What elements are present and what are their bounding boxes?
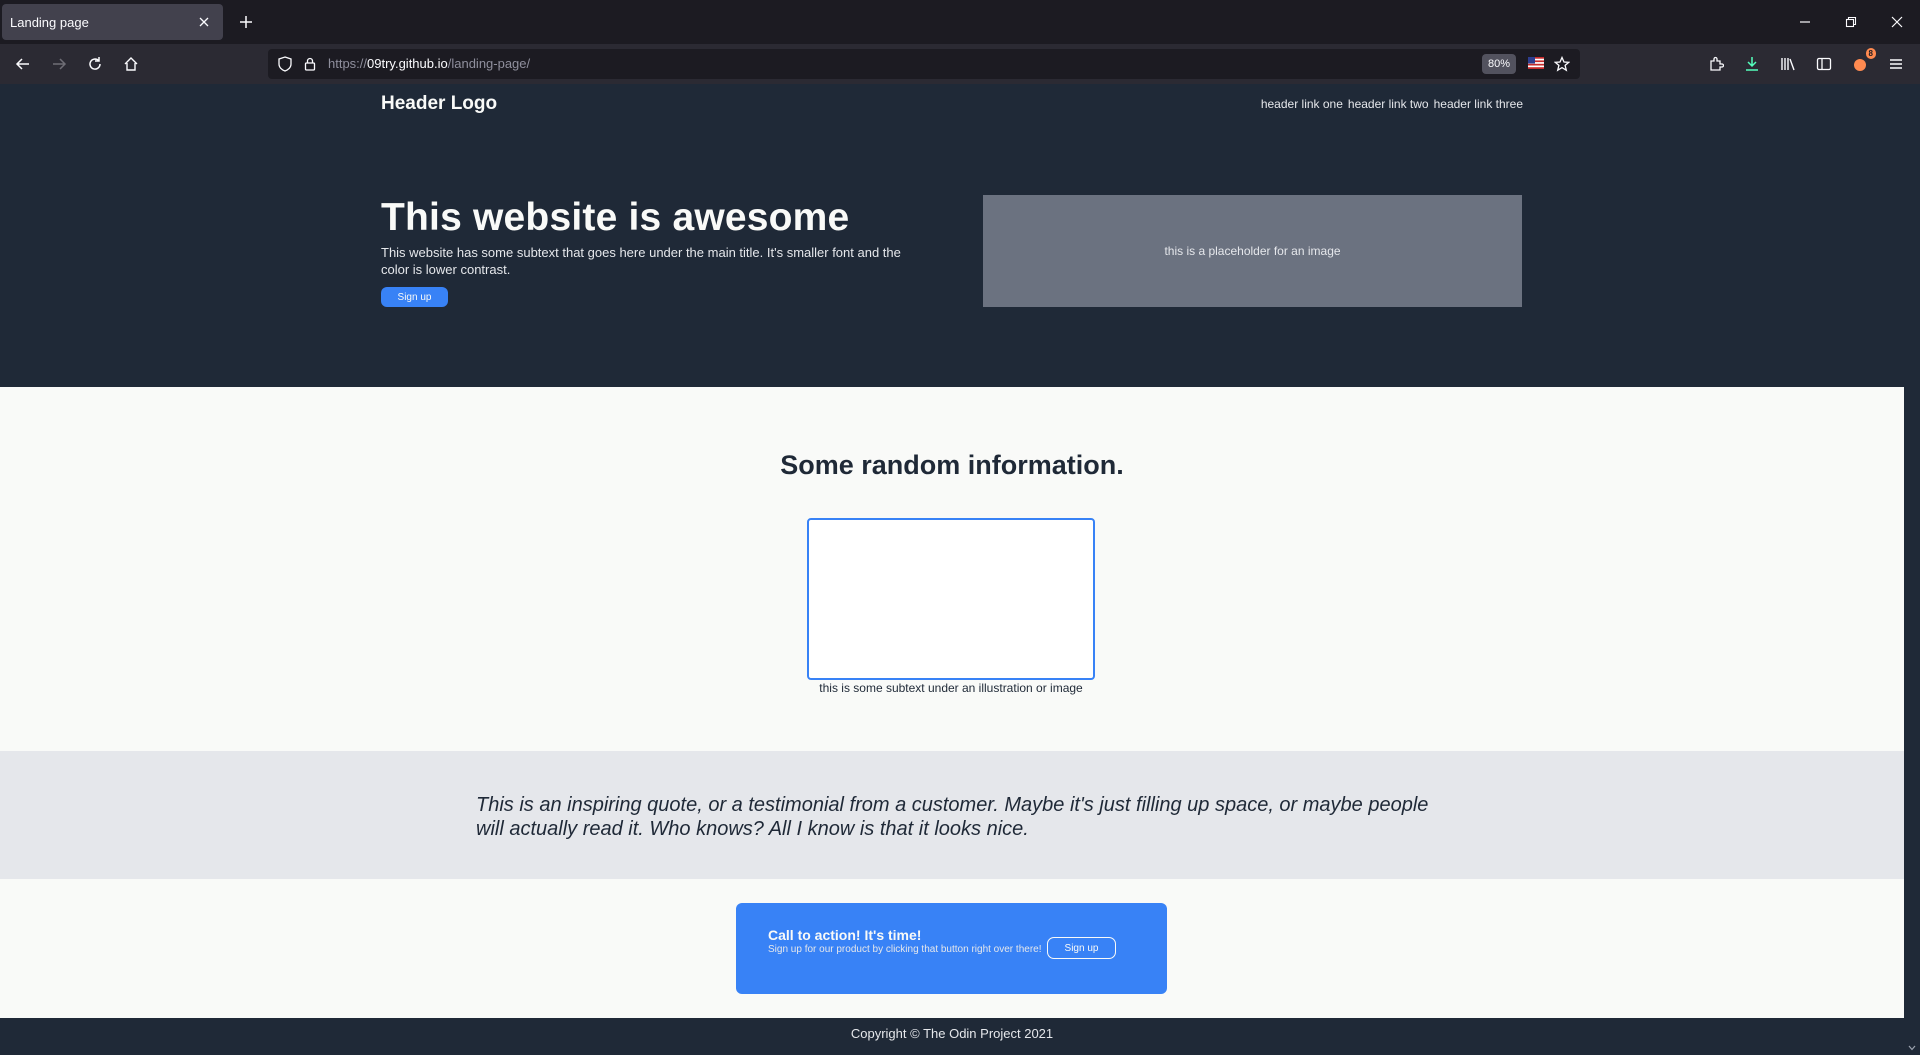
illustration-box — [807, 518, 1095, 680]
cta-box: Call to action! It's time! Sign up for o… — [736, 903, 1167, 994]
navigation-toolbar: https://09try.github.io/landing-page/ 80… — [0, 44, 1920, 84]
info-section: Some random information. this is some su… — [0, 387, 1904, 751]
url-host: 09try.github.io — [367, 56, 448, 71]
shield-icon[interactable] — [277, 56, 293, 72]
header-logo[interactable]: Header Logo — [381, 93, 497, 115]
restore-icon[interactable] — [1828, 6, 1874, 38]
cta-section: Call to action! It's time! Sign up for o… — [0, 879, 1904, 1018]
url-scheme: https:// — [328, 56, 368, 71]
header-link-two[interactable]: header link two — [1348, 97, 1429, 111]
window-close-icon[interactable] — [1874, 6, 1920, 38]
hero-image-placeholder: this is a placeholder for an image — [983, 195, 1522, 307]
hero-section: Header Logo header link one header link … — [0, 84, 1904, 387]
url-path: /landing-page/ — [447, 56, 531, 71]
new-tab-button[interactable] — [232, 8, 260, 36]
cta-title: Call to action! It's time! — [768, 927, 922, 943]
hero-signup-button[interactable]: Sign up — [381, 287, 448, 307]
extensions-icon[interactable] — [1704, 52, 1728, 76]
lock-icon[interactable] — [302, 56, 318, 72]
cta-subtext: Sign up for our product by clicking that… — [768, 944, 1042, 955]
us-flag-icon[interactable] — [1528, 57, 1544, 70]
hero-title: This website is awesome — [381, 196, 850, 239]
forward-arrow-icon[interactable] — [44, 49, 74, 79]
illustration-caption: this is some subtext under an illustrati… — [819, 681, 1083, 695]
hero-image-placeholder-text: this is a placeholder for an image — [1164, 244, 1341, 258]
info-title: Some random information. — [780, 450, 1124, 480]
page-scrollbar[interactable] — [1904, 84, 1920, 1055]
header-link-three[interactable]: header link three — [1434, 97, 1523, 111]
page-viewport: Header Logo header link one header link … — [0, 84, 1904, 1055]
header-link-one[interactable]: header link one — [1261, 97, 1343, 111]
cta-signup-button[interactable]: Sign up — [1047, 937, 1116, 959]
scroll-down-arrow-icon[interactable] — [1908, 1045, 1916, 1053]
address-bar[interactable]: https://09try.github.io/landing-page/ 80… — [268, 49, 1580, 79]
hero-subtext: This website has some subtext that goes … — [381, 245, 901, 277]
menu-icon[interactable] — [1884, 52, 1908, 76]
testimonial-quote: This is an inspiring quote, or a testimo… — [476, 794, 1429, 840]
header-nav: header link one header link two header l… — [1261, 97, 1523, 111]
extension-badge-icon[interactable]: 8 — [1848, 48, 1876, 76]
close-tab-icon[interactable] — [193, 11, 215, 33]
extension-badge-count: 8 — [1865, 48, 1876, 59]
browser-tab[interactable]: Landing page — [2, 4, 223, 40]
back-arrow-icon[interactable] — [8, 49, 38, 79]
url-text: https://09try.github.io/landing-page/ — [328, 56, 530, 71]
reload-icon[interactable] — [80, 49, 110, 79]
quote-section: This is an inspiring quote, or a testimo… — [0, 751, 1904, 879]
home-icon[interactable] — [116, 49, 146, 79]
tab-strip: Landing page — [0, 0, 1920, 44]
bookmark-star-icon[interactable] — [1553, 55, 1571, 73]
library-icon[interactable] — [1776, 52, 1800, 76]
sidebar-icon[interactable] — [1812, 52, 1836, 76]
page-footer: Copyright © The Odin Project 2021 — [0, 1018, 1904, 1055]
zoom-level-button[interactable]: 80% — [1482, 54, 1517, 74]
footer-copyright: Copyright © The Odin Project 2021 — [850, 1026, 1054, 1041]
minimize-icon[interactable] — [1782, 6, 1828, 38]
tab-title: Landing page — [10, 14, 89, 30]
downloads-icon[interactable] — [1740, 52, 1764, 76]
